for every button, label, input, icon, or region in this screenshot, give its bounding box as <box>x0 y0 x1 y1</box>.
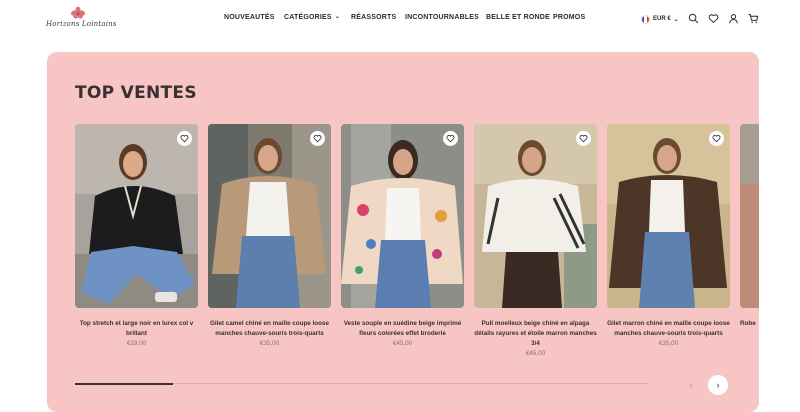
currency-label: EUR € <box>653 16 671 22</box>
nav-item-categories[interactable]: CATÉGORIES ⌄ <box>284 14 340 21</box>
site-logo[interactable]: Horizons Lointains <box>46 6 117 34</box>
nav-item-belle-et-ronde[interactable]: BELLE ET RONDE <box>486 14 550 21</box>
carousel-next-button[interactable]: › <box>708 375 728 395</box>
chevron-down-icon: ⌄ <box>334 14 340 20</box>
wishlist-button[interactable] <box>709 131 724 146</box>
product-photo-illustration <box>474 124 597 308</box>
section-title: TOP VENTES <box>75 83 197 103</box>
wishlist-button[interactable] <box>576 131 591 146</box>
chevron-down-icon: ⌄ <box>673 16 679 23</box>
wishlist-button[interactable] <box>177 131 192 146</box>
wishlist-button[interactable] <box>443 131 458 146</box>
product-photo-illustration <box>607 124 730 308</box>
nav-label: CATÉGORIES <box>284 14 332 21</box>
product-card[interactable]: Pull moelleux beige chiné en alpaga déta… <box>474 124 597 357</box>
nav-item-nouveautes[interactable]: NOUVEAUTÉS <box>224 14 275 21</box>
product-image[interactable] <box>208 124 331 308</box>
product-card[interactable]: Veste souple en suédine beige imprimé fl… <box>341 124 464 347</box>
carousel-progress-fill <box>75 382 173 385</box>
user-icon[interactable] <box>728 13 739 24</box>
heart-icon[interactable] <box>708 13 719 24</box>
product-photo-illustration <box>75 124 198 308</box>
carousel-prev-button[interactable]: ‹ <box>681 375 701 395</box>
site-header: Horizons Lointains NOUVEAUTÉS CATÉGORIES… <box>0 0 800 40</box>
wishlist-button[interactable] <box>310 131 325 146</box>
product-photo-illustration <box>341 124 464 308</box>
product-photo-illustration <box>740 124 759 308</box>
product-price: €35,00 <box>658 340 679 347</box>
flower-logo-icon <box>70 6 86 19</box>
heart-icon <box>446 135 455 143</box>
product-card[interactable]: Gilet camel chiné en maille coupe loose … <box>208 124 331 347</box>
heart-icon <box>579 135 588 143</box>
heart-icon <box>313 135 322 143</box>
product-card[interactable]: Top stretch et large noir en lurex col v… <box>75 124 198 347</box>
product-image[interactable] <box>474 124 597 308</box>
nav-label: INCONTOURNABLES <box>405 14 480 21</box>
nav-label: RÉASSORTS <box>351 14 397 21</box>
nav-label: BELLE ET RONDE <box>486 14 550 21</box>
top-sales-section: TOP VENTES Top stretch et large noir en … <box>47 52 759 412</box>
product-price: €45,00 <box>525 350 546 357</box>
chevron-left-icon: ‹ <box>689 380 693 390</box>
search-icon[interactable] <box>688 13 699 24</box>
product-image[interactable] <box>607 124 730 308</box>
product-price: €45,00 <box>392 340 413 347</box>
heart-icon <box>180 135 189 143</box>
product-photo-illustration <box>208 124 331 308</box>
product-card[interactable]: Gilet marron chiné en maille coupe loose… <box>607 124 730 347</box>
product-image[interactable] <box>341 124 464 308</box>
product-price: €35,00 <box>259 340 280 347</box>
nav-item-reassorts[interactable]: RÉASSORTS <box>351 14 396 21</box>
product-name[interactable]: Veste souple en suédine beige imprimé fl… <box>341 319 464 339</box>
chevron-right-icon: › <box>716 380 720 390</box>
product-image[interactable] <box>75 124 198 308</box>
product-card[interactable]: Robe <box>740 124 759 329</box>
product-name[interactable]: Top stretch et large noir en lurex col v… <box>75 319 198 339</box>
product-name[interactable]: Gilet marron chiné en maille coupe loose… <box>607 319 730 339</box>
product-image[interactable] <box>740 124 759 308</box>
nav-label: PROMOS <box>553 14 586 21</box>
logo-text: Horizons Lointains <box>46 20 117 28</box>
product-name[interactable]: Gilet camel chiné en maille coupe loose … <box>208 319 331 339</box>
product-name[interactable]: Pull moelleux beige chiné en alpaga déta… <box>474 319 597 349</box>
carousel-progress-bar <box>75 382 649 385</box>
nav-item-promos[interactable]: PROMOS <box>553 14 585 21</box>
product-name[interactable]: Robe <box>740 319 759 329</box>
cart-icon[interactable] <box>748 13 759 24</box>
nav-item-incontournables[interactable]: INCONTOURNABLES <box>405 14 479 21</box>
nav-label: NOUVEAUTÉS <box>224 14 275 21</box>
currency-selector[interactable]: EUR € ⌄ <box>641 13 679 25</box>
france-flag-icon <box>641 14 650 24</box>
heart-icon <box>712 135 721 143</box>
product-price: €29,00 <box>126 340 147 347</box>
